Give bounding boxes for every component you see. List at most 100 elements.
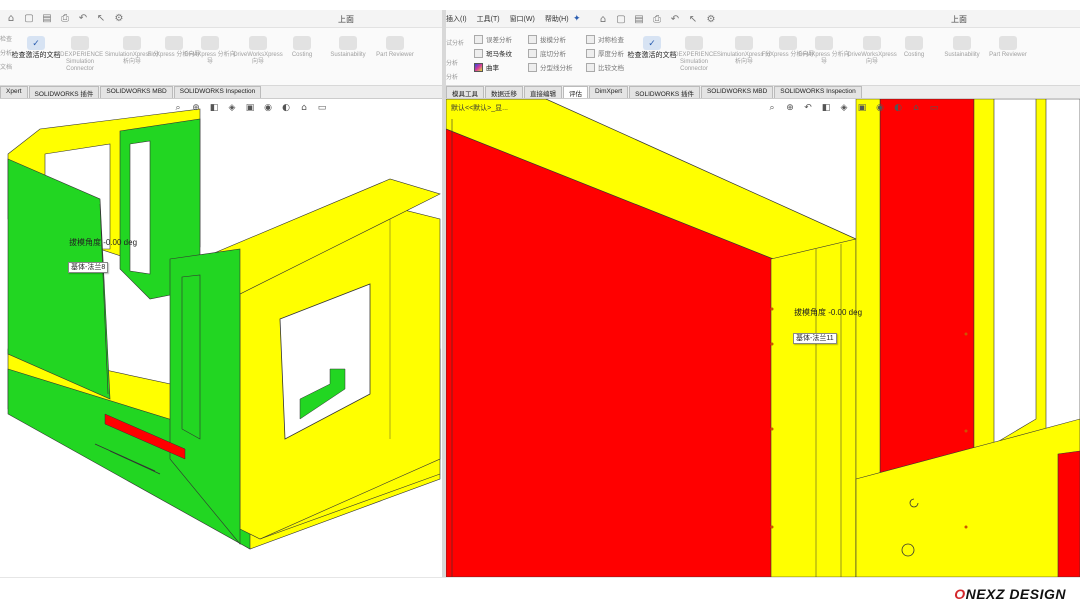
command-tabs: Xpert SOLIDWORKS 插件 SOLIDWORKS MBD SOLID…: [0, 86, 442, 99]
section-view-icon[interactable]: ◧: [820, 102, 832, 113]
tab-solidworks-addins[interactable]: SOLIDWORKS 插件: [28, 86, 100, 98]
zoom-area-icon[interactable]: ⊕: [190, 102, 202, 113]
compare-documents-button[interactable]: 比较文档: [586, 62, 624, 72]
options-icon[interactable]: ⚙: [112, 13, 126, 25]
new-icon[interactable]: ▢: [614, 13, 628, 25]
graphics-viewport[interactable]: ⌕ ⊕ ◧ ◈ ▣ ◉ ◐ ⌂ ▭ 拔模角度 -0.00 deg 基体-法兰8: [0, 99, 442, 577]
part-reviewer-button[interactable]: Part Reviewer: [367, 36, 423, 59]
parting-line-analysis-button[interactable]: 分型线分析: [528, 62, 573, 72]
tab-data-migration[interactable]: 数据迁移: [485, 86, 523, 98]
scene-icon[interactable]: ⌂: [910, 102, 922, 113]
tab-mold-tools[interactable]: 模具工具: [446, 86, 484, 98]
3dexperience-button[interactable]: 3DEXPERIENCE Simulation Connector: [52, 36, 108, 73]
document-title: 上面: [951, 15, 967, 24]
check-document-icon: ✓: [27, 36, 45, 50]
brand-logo: ONEXZ DESIGN: [954, 586, 1066, 602]
deviation-analysis-button[interactable]: 误差分析: [474, 34, 512, 44]
tab-solidworks-inspection[interactable]: SOLIDWORKS Inspection: [774, 86, 862, 98]
scene-icon[interactable]: ⌂: [298, 102, 310, 113]
feature-breadcrumb[interactable]: 默认<<默认>_显...: [451, 103, 508, 113]
tab-solidworks-inspection[interactable]: SOLIDWORKS Inspection: [173, 86, 262, 98]
feature-tag[interactable]: 基体-法兰11: [793, 333, 837, 344]
footer-bar: ONEXZ DESIGN: [0, 577, 1080, 607]
display-style-icon[interactable]: ▣: [856, 102, 868, 113]
view-toolbar: ⌕ ⊕ ◧ ◈ ▣ ◉ ◐ ⌂ ▭: [172, 102, 328, 113]
home-icon[interactable]: ⌂: [596, 13, 610, 25]
display-settings-icon[interactable]: ▭: [928, 102, 940, 113]
menu-insert[interactable]: 插入(I): [446, 14, 467, 24]
draft-analysis-model: [7, 108, 441, 550]
select-icon[interactable]: ↖: [94, 13, 108, 25]
ribbon: 检查 分析 文档 ✓ 检查激活的文档 3DEXPERIENCE Simulati…: [0, 28, 442, 86]
menu-tools[interactable]: 工具(T): [477, 14, 500, 24]
tab-evaluate[interactable]: 评估: [563, 86, 588, 98]
part-reviewer-button[interactable]: Part Reviewer: [980, 36, 1036, 59]
options-icon[interactable]: ⚙: [704, 13, 718, 25]
pin-icon[interactable]: ✦: [573, 13, 581, 24]
sustainability-icon: [339, 36, 357, 50]
display-settings-icon[interactable]: ▭: [316, 102, 328, 113]
print-icon[interactable]: ⎙: [650, 13, 664, 25]
undercut-icon: [528, 48, 537, 58]
title-bar: ⌂ ▢ ▤ ⎙ ↶ ↖ ⚙ 上面: [0, 10, 442, 28]
flow-icon: [165, 36, 183, 50]
tab-solidworks-addins[interactable]: SOLIDWORKS 插件: [629, 86, 700, 98]
zoom-fit-icon[interactable]: ⌕: [172, 102, 184, 113]
tab-direct-editing[interactable]: 直接编辑: [524, 86, 562, 98]
view-orientation-icon[interactable]: ◈: [226, 102, 238, 113]
undo-icon[interactable]: ↶: [76, 13, 90, 25]
tab-solidworks-mbd[interactable]: SOLIDWORKS MBD: [100, 86, 173, 98]
open-icon[interactable]: ▤: [632, 13, 646, 25]
menu-bar: 插入(I) 工具(T) 窗口(W) 帮助(H): [446, 14, 569, 24]
new-icon[interactable]: ▢: [22, 13, 36, 25]
curvature-icon: [474, 62, 483, 72]
thickness-icon: [586, 48, 595, 58]
display-style-icon[interactable]: ▣: [244, 102, 256, 113]
side-label: 分析: [446, 75, 459, 81]
select-icon[interactable]: ↖: [686, 13, 700, 25]
quick-access-toolbar: ⌂ ▢ ▤ ⎙ ↶ ↖ ⚙: [4, 13, 126, 25]
hide-show-icon[interactable]: ◉: [262, 102, 274, 113]
view-orientation-icon[interactable]: ◈: [838, 102, 850, 113]
draft-analysis-button[interactable]: 拔模分析: [528, 34, 566, 44]
sustainability-icon: [953, 36, 971, 50]
undercut-analysis-button[interactable]: 底切分析: [528, 48, 566, 58]
compare-icon: [586, 62, 595, 72]
tab-solidworks-mbd[interactable]: SOLIDWORKS MBD: [700, 86, 774, 98]
previous-view-icon[interactable]: ↶: [802, 102, 814, 113]
simulation-icon: [685, 36, 703, 50]
zoom-fit-icon[interactable]: ⌕: [766, 102, 778, 113]
zoom-area-icon[interactable]: ⊕: [784, 102, 796, 113]
undo-icon[interactable]: ↶: [668, 13, 682, 25]
simulation-icon: [123, 36, 141, 50]
part-reviewer-icon: [386, 36, 404, 50]
appearance-icon[interactable]: ◐: [892, 102, 904, 113]
thickness-analysis-button[interactable]: 厚度分析: [586, 48, 624, 58]
appearance-icon[interactable]: ◐: [280, 102, 292, 113]
deviation-icon: [474, 34, 483, 44]
graphics-viewport[interactable]: 默认<<默认>_显... ⌕ ⊕ ↶ ◧ ◈ ▣ ◉ ◐ ⌂ ▭ 拔模角度 -0…: [446, 99, 1080, 577]
tab-dimxpert[interactable]: DimXpert: [589, 86, 629, 98]
hide-show-icon[interactable]: ◉: [874, 102, 886, 113]
driveworks-icon: [249, 36, 267, 50]
parting-line-icon: [528, 62, 537, 72]
section-view-icon[interactable]: ◧: [208, 102, 220, 113]
open-icon[interactable]: ▤: [40, 13, 54, 25]
menu-help[interactable]: 帮助(H): [545, 14, 569, 24]
feature-tag[interactable]: 基体-法兰8: [68, 262, 109, 273]
command-tabs: 模具工具 数据迁移 直接编辑 评估 DimXpert SOLIDWORKS 插件…: [446, 86, 1080, 99]
home-icon[interactable]: ⌂: [4, 13, 18, 25]
menu-window[interactable]: 窗口(W): [510, 14, 535, 24]
part-reviewer-icon: [999, 36, 1017, 50]
side-label: 文档: [0, 65, 13, 71]
symmetry-check-button[interactable]: 对称检查: [586, 34, 624, 44]
print-icon[interactable]: ⎙: [58, 13, 72, 25]
quick-access-toolbar: ⌂ ▢ ▤ ⎙ ↶ ↖ ⚙: [596, 13, 718, 25]
draft-icon: [528, 34, 537, 44]
curvature-button[interactable]: 曲率: [474, 62, 499, 72]
draft-angle-annotation: 拔模角度 -0.00 deg: [794, 308, 863, 317]
tab-xpert[interactable]: Xpert: [0, 86, 28, 98]
3dexperience-button[interactable]: 3DEXPERIENCE Simulation Connector: [666, 36, 722, 73]
zebra-stripes-button[interactable]: 斑马条纹: [474, 48, 512, 58]
costing-icon: [293, 36, 311, 50]
